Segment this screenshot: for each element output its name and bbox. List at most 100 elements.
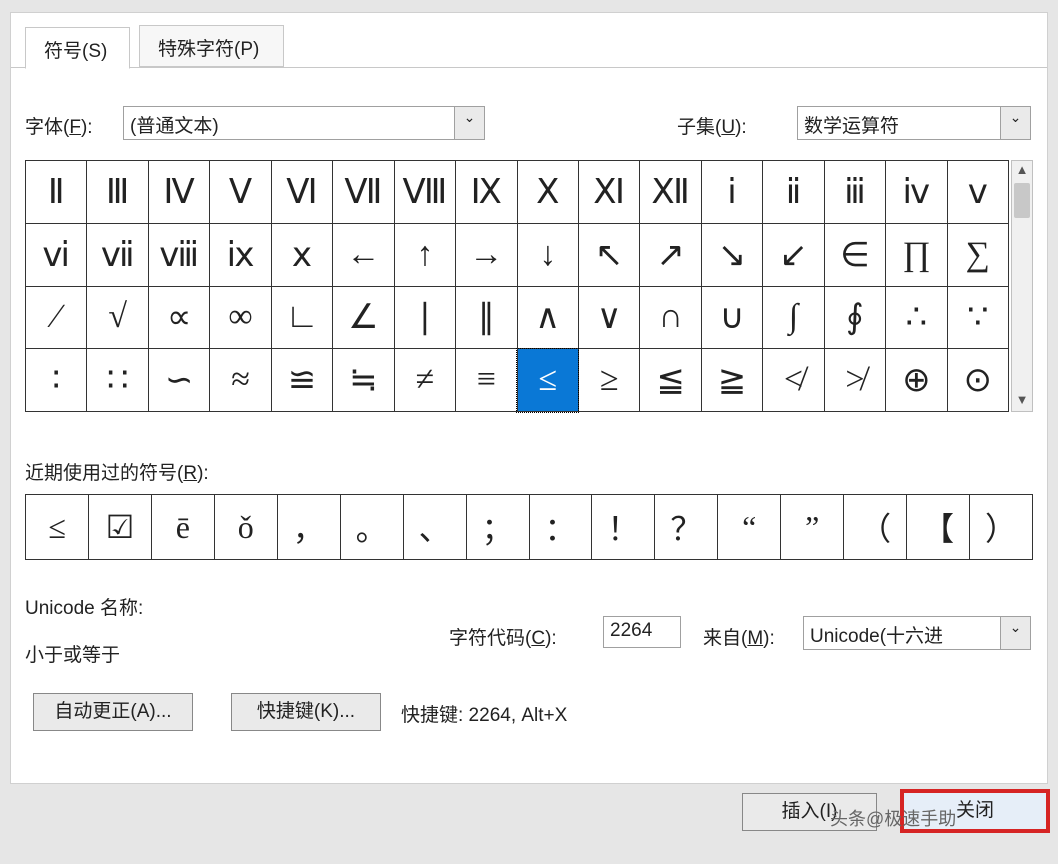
symbol-cell[interactable]: ↙ [763, 223, 824, 286]
symbol-cell[interactable]: Ⅷ [394, 161, 455, 224]
tab-symbols[interactable]: 符号(S) [25, 27, 130, 69]
symbol-cell[interactable]: Ⅳ [148, 161, 209, 224]
recent-symbol-cell[interactable]: ？ [655, 495, 718, 560]
symbol-cell[interactable]: ∞ [210, 286, 271, 349]
symbol-cell[interactable]: ∠ [333, 286, 394, 349]
chevron-down-icon[interactable] [1000, 617, 1030, 649]
scroll-down-icon[interactable]: ▼ [1012, 391, 1032, 411]
shortcut-button[interactable]: 快捷键(K)... [231, 693, 381, 731]
symbol-cell[interactable]: ⅹ [271, 223, 332, 286]
recent-symbol-cell[interactable]: ” [781, 495, 844, 560]
symbol-cell[interactable]: ≒ [333, 349, 394, 412]
symbol-cell[interactable]: ≠ [394, 349, 455, 412]
symbol-grid: ⅡⅢⅣⅤⅥⅦⅧⅨⅩⅪⅫⅰⅱⅲⅳⅴ ⅵⅶⅷⅸⅹ←↑→↓↖↗↘↙∈∏∑ ∕√∝∞∟∠∣∥… [25, 160, 1009, 412]
symbol-cell[interactable]: ∶ [26, 349, 87, 412]
symbol-cell[interactable]: ⅲ [824, 161, 885, 224]
symbol-cell[interactable]: Ⅸ [456, 161, 517, 224]
symbol-cell[interactable]: ⊕ [886, 349, 947, 412]
recent-symbol-cell[interactable]: ！ [592, 495, 655, 560]
recent-symbol-cell[interactable]: ） [970, 495, 1033, 560]
symbol-cell[interactable]: ∕ [26, 286, 87, 349]
symbol-cell[interactable]: ≈ [210, 349, 271, 412]
symbol-cell[interactable]: ∽ [148, 349, 209, 412]
symbol-cell[interactable]: ⅴ [947, 161, 1008, 224]
autocorrect-button[interactable]: 自动更正(A)... [33, 693, 193, 731]
symbol-cell[interactable]: ↗ [640, 223, 701, 286]
symbol-cell[interactable]: ≧ [701, 349, 762, 412]
scroll-thumb[interactable] [1014, 183, 1030, 218]
chevron-down-icon[interactable] [1000, 107, 1030, 139]
recent-symbol-cell[interactable]: 。 [340, 495, 403, 560]
subset-combo[interactable]: 数学运算符 [797, 106, 1031, 140]
symbol-cell[interactable]: ⅵ [26, 223, 87, 286]
symbol-cell[interactable]: ∟ [271, 286, 332, 349]
symbol-cell[interactable]: ∵ [947, 286, 1008, 349]
recent-symbol-cell[interactable]: 【 [907, 495, 970, 560]
symbol-cell[interactable]: Ⅲ [87, 161, 148, 224]
symbol-cell[interactable]: ⅷ [148, 223, 209, 286]
tab-special-chars[interactable]: 特殊字符(P) [139, 25, 284, 67]
symbol-cell[interactable]: ≯ [824, 349, 885, 412]
symbol-cell[interactable]: ⅰ [701, 161, 762, 224]
symbol-cell[interactable]: ∝ [148, 286, 209, 349]
symbol-cell[interactable]: ∨ [578, 286, 639, 349]
symbol-cell[interactable]: ≤ [517, 349, 578, 412]
symbol-cell[interactable]: ⅸ [210, 223, 271, 286]
symbol-cell[interactable]: Ⅶ [333, 161, 394, 224]
symbol-cell[interactable]: ↓ [517, 223, 578, 286]
recent-symbol-cell[interactable]: ≤ [26, 495, 89, 560]
recent-symbol-cell[interactable]: ； [466, 495, 529, 560]
from-label: 来自(M): [703, 623, 775, 650]
symbol-cell[interactable]: Ⅱ [26, 161, 87, 224]
symbol-cell[interactable]: Ⅴ [210, 161, 271, 224]
symbol-cell[interactable]: ≦ [640, 349, 701, 412]
insert-button[interactable]: 插入(I) [742, 793, 877, 831]
from-combo[interactable]: Unicode(十六进 [803, 616, 1031, 650]
recent-symbol-cell[interactable]: ☑ [88, 495, 151, 560]
symbol-cell[interactable]: ∮ [824, 286, 885, 349]
recent-symbol-cell[interactable]: “ [718, 495, 781, 560]
symbol-cell[interactable]: Ⅵ [271, 161, 332, 224]
symbol-cell[interactable]: ∴ [886, 286, 947, 349]
symbol-cell[interactable]: ↘ [701, 223, 762, 286]
chevron-down-icon[interactable] [454, 107, 484, 139]
symbol-cell[interactable]: ← [333, 223, 394, 286]
recent-symbol-cell[interactable]: 、 [403, 495, 466, 560]
scroll-up-icon[interactable]: ▲ [1012, 161, 1032, 181]
symbol-cell[interactable]: ⅱ [763, 161, 824, 224]
symbol-cell[interactable]: ∩ [640, 286, 701, 349]
symbol-cell[interactable]: ≥ [578, 349, 639, 412]
recent-symbol-cell[interactable]: ， [277, 495, 340, 560]
symbol-cell[interactable]: ∏ [886, 223, 947, 286]
symbol-cell[interactable]: Ⅺ [578, 161, 639, 224]
symbol-cell[interactable]: ∥ [456, 286, 517, 349]
symbol-cell[interactable]: √ [87, 286, 148, 349]
symbol-cell[interactable]: ⅳ [886, 161, 947, 224]
grid-scrollbar[interactable]: ▲ ▼ [1011, 160, 1033, 412]
recent-symbol-cell[interactable]: ē [151, 495, 214, 560]
symbol-cell[interactable]: ∣ [394, 286, 455, 349]
font-combo[interactable]: (普通文本) [123, 106, 485, 140]
symbol-cell[interactable]: ∪ [701, 286, 762, 349]
symbol-cell[interactable]: ∈ [824, 223, 885, 286]
symbol-cell[interactable]: ≮ [763, 349, 824, 412]
close-button[interactable]: 关闭 [900, 789, 1050, 833]
symbol-cell[interactable]: ∑ [947, 223, 1008, 286]
symbol-cell[interactable]: ∫ [763, 286, 824, 349]
symbol-cell[interactable]: ⅶ [87, 223, 148, 286]
symbol-cell[interactable]: Ⅹ [517, 161, 578, 224]
recent-symbol-cell[interactable]: ǒ [214, 495, 277, 560]
symbol-cell[interactable]: ↑ [394, 223, 455, 286]
symbol-cell[interactable]: ∷ [87, 349, 148, 412]
symbol-cell[interactable]: Ⅻ [640, 161, 701, 224]
symbol-cell[interactable]: ∧ [517, 286, 578, 349]
symbol-cell[interactable]: ↖ [578, 223, 639, 286]
symbol-cell[interactable]: ≡ [456, 349, 517, 412]
char-code-label: 字符代码(C): [449, 623, 557, 650]
char-code-input[interactable]: 2264 [603, 616, 681, 648]
symbol-cell[interactable]: ≌ [271, 349, 332, 412]
symbol-cell[interactable]: ⊙ [947, 349, 1008, 412]
recent-symbol-cell[interactable]: （ [844, 495, 907, 560]
symbol-cell[interactable]: → [456, 223, 517, 286]
recent-symbol-cell[interactable]: ： [529, 495, 592, 560]
